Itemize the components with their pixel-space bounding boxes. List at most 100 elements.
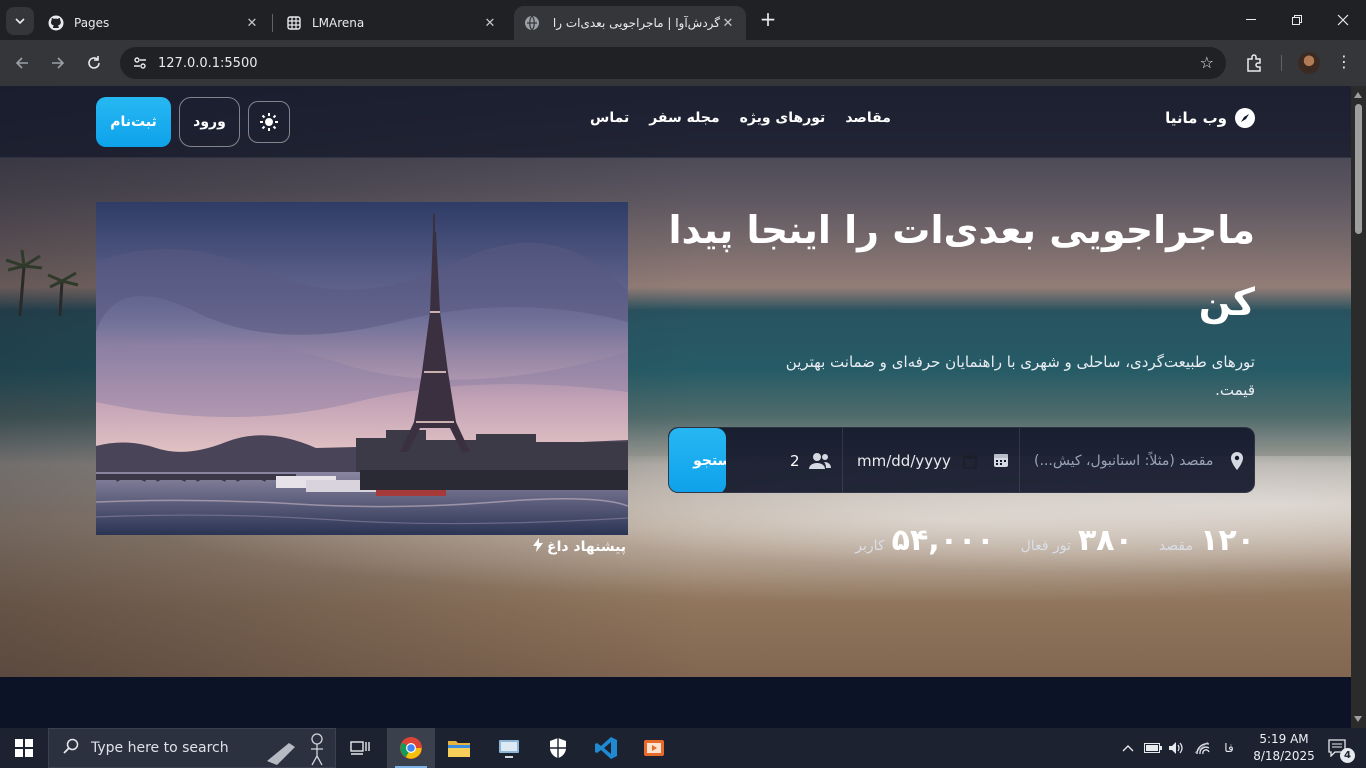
search-button[interactable]: جستجو <box>669 428 726 492</box>
users-icon <box>809 452 831 473</box>
battery-status[interactable] <box>1142 728 1164 768</box>
tab-pages[interactable]: Pages ✕ <box>38 6 270 40</box>
taskbar-vscode[interactable] <box>582 728 630 768</box>
date-field[interactable]: mm/dd/yyyy <box>842 428 1019 492</box>
brand-name: وب مانیا <box>1165 109 1227 127</box>
signup-button[interactable]: ثبت‌نام <box>96 97 171 147</box>
back-button[interactable] <box>10 51 34 75</box>
chrome-icon <box>400 737 422 759</box>
taskbar-search-placeholder: Type here to search <box>91 740 229 756</box>
nav-item-contact[interactable]: تماس <box>590 110 629 126</box>
close-icon[interactable]: ✕ <box>244 15 260 31</box>
minimize-button[interactable] <box>1228 0 1274 40</box>
address-bar[interactable]: 127.0.0.1:5500 ☆ <box>120 47 1226 79</box>
page-scrollbar[interactable] <box>1351 86 1366 728</box>
hot-offer-label: پیشنهاد داغ <box>533 538 626 556</box>
search-icon <box>63 738 79 758</box>
close-window-button[interactable] <box>1320 0 1366 40</box>
palm-trees-image <box>5 249 79 316</box>
taskbar-media-app[interactable] <box>630 728 678 768</box>
task-view-button[interactable] <box>336 728 384 768</box>
site-brand[interactable]: وب مانیا <box>1165 108 1255 128</box>
forward-button[interactable] <box>46 51 70 75</box>
tab-title: Pages <box>74 16 110 30</box>
destination-field[interactable]: مقصد (مثلاً: استانبول، کیش...) <box>1019 428 1254 492</box>
profile-avatar[interactable] <box>1298 52 1320 74</box>
close-icon <box>1337 14 1349 26</box>
page-viewport: ماجراجویی بعدی‌ات را اینجا پیدا کن تورها… <box>0 86 1351 728</box>
tab-title: LMArena <box>312 16 365 30</box>
location-pin-icon <box>1230 452 1244 474</box>
clock-date: 8/18/2025 <box>1253 749 1315 763</box>
calendar-picker-icon[interactable] <box>963 453 977 473</box>
search-highlight-illustration <box>267 733 323 766</box>
extensions-button[interactable] <box>1244 52 1266 74</box>
clock-time: 5:19 AM <box>1259 732 1309 746</box>
nav-item-travel-magazine[interactable]: مجله سفر <box>649 110 719 126</box>
login-button[interactable]: ورود <box>179 97 240 147</box>
nav-item-destinations[interactable]: مقاصد <box>845 110 891 126</box>
bookmark-star-icon[interactable]: ☆ <box>1200 53 1214 72</box>
system-clock[interactable]: 5:19 AM 8/18/2025 <box>1250 731 1318 765</box>
scroll-up-arrow-icon[interactable] <box>1354 92 1362 98</box>
chevron-down-icon <box>15 18 25 24</box>
close-icon[interactable]: ✕ <box>482 15 498 31</box>
reload-icon <box>88 56 100 69</box>
windows-logo-icon <box>15 739 33 757</box>
site-info-icon[interactable] <box>130 53 150 73</box>
action-center-button[interactable]: 4 <box>1318 728 1358 768</box>
scrollbar-thumb[interactable] <box>1355 104 1362 234</box>
media-player-icon <box>644 740 664 756</box>
taskbar-chrome[interactable] <box>387 728 435 768</box>
windows-taskbar: Type here to search فا 5:19 AM 8/18/2025… <box>0 728 1366 768</box>
taskbar-file-explorer[interactable] <box>435 728 483 768</box>
globe-icon <box>524 15 540 31</box>
search-button-label: جستجو <box>693 453 726 469</box>
url-text: 127.0.0.1:5500 <box>158 55 258 71</box>
stat-label: کاربر <box>855 538 885 554</box>
scroll-down-arrow-icon[interactable] <box>1354 716 1362 722</box>
taskbar-search-box[interactable]: Type here to search <box>48 728 336 768</box>
tab-separator <box>272 14 273 32</box>
compass-icon <box>1235 108 1255 128</box>
date-value: mm/dd/yyyy <box>857 452 951 470</box>
task-view-icon <box>350 741 370 755</box>
passengers-count: 2 <box>790 452 800 470</box>
nav-item-special-tours[interactable]: تورهای ویژه <box>740 110 826 126</box>
restore-button[interactable] <box>1274 0 1320 40</box>
passengers-field[interactable]: 2 <box>726 428 842 492</box>
tab-search-button[interactable] <box>6 7 34 35</box>
volume-control[interactable] <box>1166 728 1186 768</box>
arrow-right-icon <box>52 57 65 69</box>
tab-lmarena[interactable]: LMArena ✕ <box>276 6 508 40</box>
browser-tab-bar: Pages ✕ LMArena ✕ گردش‌آوا | ماجراجویی ب… <box>0 0 1366 40</box>
folder-icon <box>448 741 470 757</box>
stat-value: ۵۴,۰۰۰ <box>891 523 995 558</box>
wifi-icon <box>1194 741 1210 755</box>
calendar-icon <box>993 452 1009 472</box>
reload-button[interactable] <box>82 51 106 75</box>
tab-title: گردش‌آوا | ماجراجویی بعدی‌ات را پ <box>550 16 720 30</box>
input-language-indicator[interactable]: فا <box>1218 728 1240 768</box>
battery-icon <box>1144 743 1162 753</box>
tab-active-site[interactable]: گردش‌آوا | ماجراجویی بعدی‌ات را پ ✕ <box>514 6 746 40</box>
show-hidden-icons-button[interactable] <box>1118 728 1138 768</box>
new-tab-button[interactable]: + <box>758 9 778 30</box>
main-nav: مقاصد تورهای ویژه مجله سفر تماس <box>590 110 891 126</box>
taskbar-app-monitor[interactable] <box>485 728 533 768</box>
network-status[interactable] <box>1192 728 1212 768</box>
start-button[interactable] <box>0 728 48 768</box>
browser-toolbar: 127.0.0.1:5500 ☆ ⋮ <box>0 40 1366 86</box>
vscode-icon <box>595 737 617 759</box>
notification-count-badge: 4 <box>1340 748 1355 763</box>
stat-destinations: ۱۲۰ مقصد <box>1159 523 1255 558</box>
close-icon[interactable]: ✕ <box>720 15 736 31</box>
browser-menu-button[interactable]: ⋮ <box>1334 52 1354 74</box>
stat-label: تور فعال <box>1020 538 1071 554</box>
chevron-up-icon <box>1122 745 1134 752</box>
taskbar-app-security[interactable] <box>534 728 582 768</box>
next-section <box>0 677 1351 728</box>
lightning-icon <box>533 538 543 556</box>
eiffel-tower-image <box>96 202 628 535</box>
theme-toggle-button[interactable] <box>248 101 290 143</box>
